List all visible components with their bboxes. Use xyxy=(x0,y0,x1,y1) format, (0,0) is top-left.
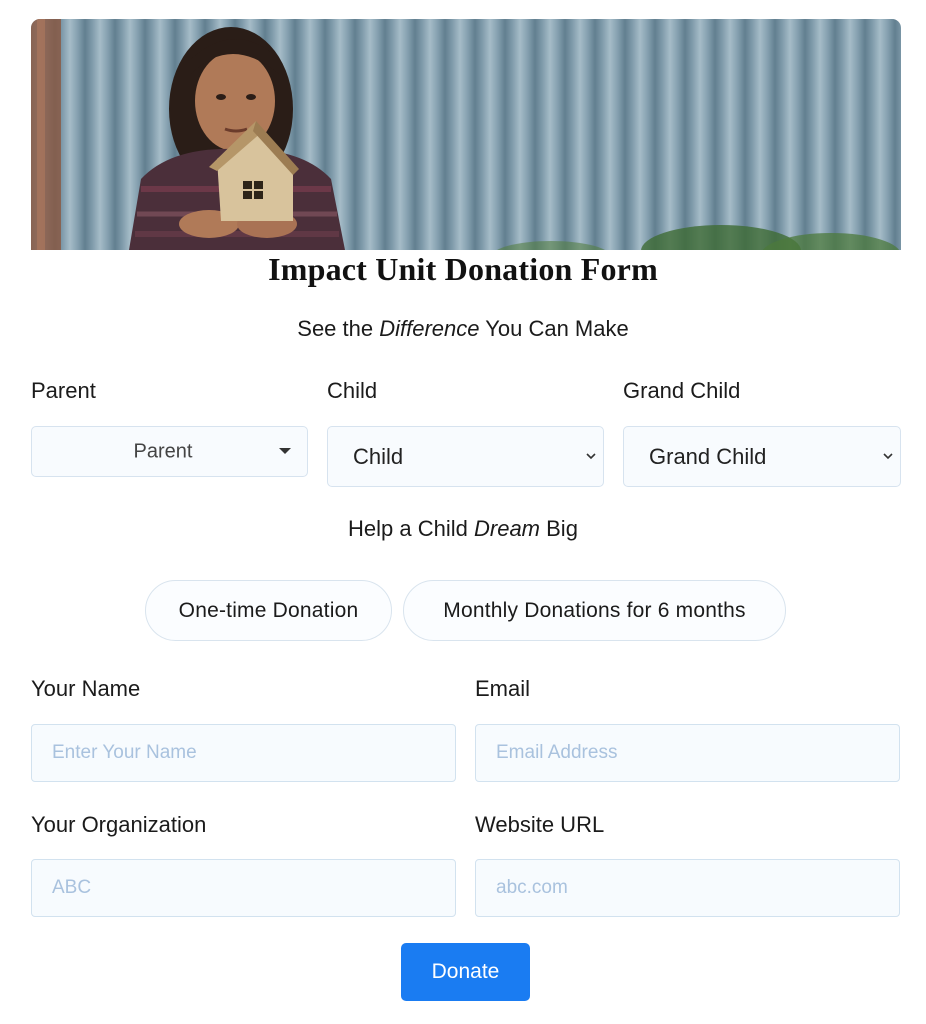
help-suffix: Big xyxy=(540,516,578,541)
subtitle-prefix: See the xyxy=(297,316,380,341)
donate-button[interactable]: Donate xyxy=(401,943,530,1001)
name-input[interactable] xyxy=(31,724,456,782)
website-input[interactable] xyxy=(475,859,900,917)
website-label: Website URL xyxy=(475,812,605,837)
donation-page: Impact Unit Donation Form See the Differ… xyxy=(0,0,926,1024)
subtitle-suffix: You Can Make xyxy=(479,316,629,341)
help-emphasis: Dream xyxy=(474,516,541,541)
grand-child-label: Grand Child xyxy=(623,378,741,403)
chevron-down-icon xyxy=(883,453,893,460)
organization-label: Your Organization xyxy=(31,812,207,837)
name-label: Your Name xyxy=(31,676,141,701)
parent-select[interactable]: Parent xyxy=(31,426,308,477)
chevron-down-icon xyxy=(586,453,596,460)
one-time-donation-button[interactable]: One-time Donation xyxy=(145,580,392,641)
grand-child-select-value: Grand Child xyxy=(649,443,767,469)
subtitle-emphasis: Difference xyxy=(379,316,480,341)
child-select[interactable]: Child xyxy=(327,426,604,487)
email-label: Email xyxy=(475,676,531,701)
hero-illustration xyxy=(31,19,901,250)
parent-select-value: Parent xyxy=(133,440,193,462)
child-select-value: Child xyxy=(353,443,404,469)
caret-down-icon xyxy=(279,448,291,454)
grand-child-select[interactable]: Grand Child xyxy=(623,426,901,487)
help-prefix: Help a Child xyxy=(348,516,474,541)
subtitle: See the Difference You Can Make xyxy=(0,316,926,342)
parent-label: Parent xyxy=(31,378,96,403)
hero-image xyxy=(31,19,901,250)
monthly-donation-button[interactable]: Monthly Donations for 6 months xyxy=(403,580,786,641)
child-label: Child xyxy=(327,378,378,403)
email-input[interactable] xyxy=(475,724,900,782)
organization-input[interactable] xyxy=(31,859,456,917)
help-text: Help a Child Dream Big xyxy=(0,516,926,542)
form-title: Impact Unit Donation Form xyxy=(268,251,658,287)
